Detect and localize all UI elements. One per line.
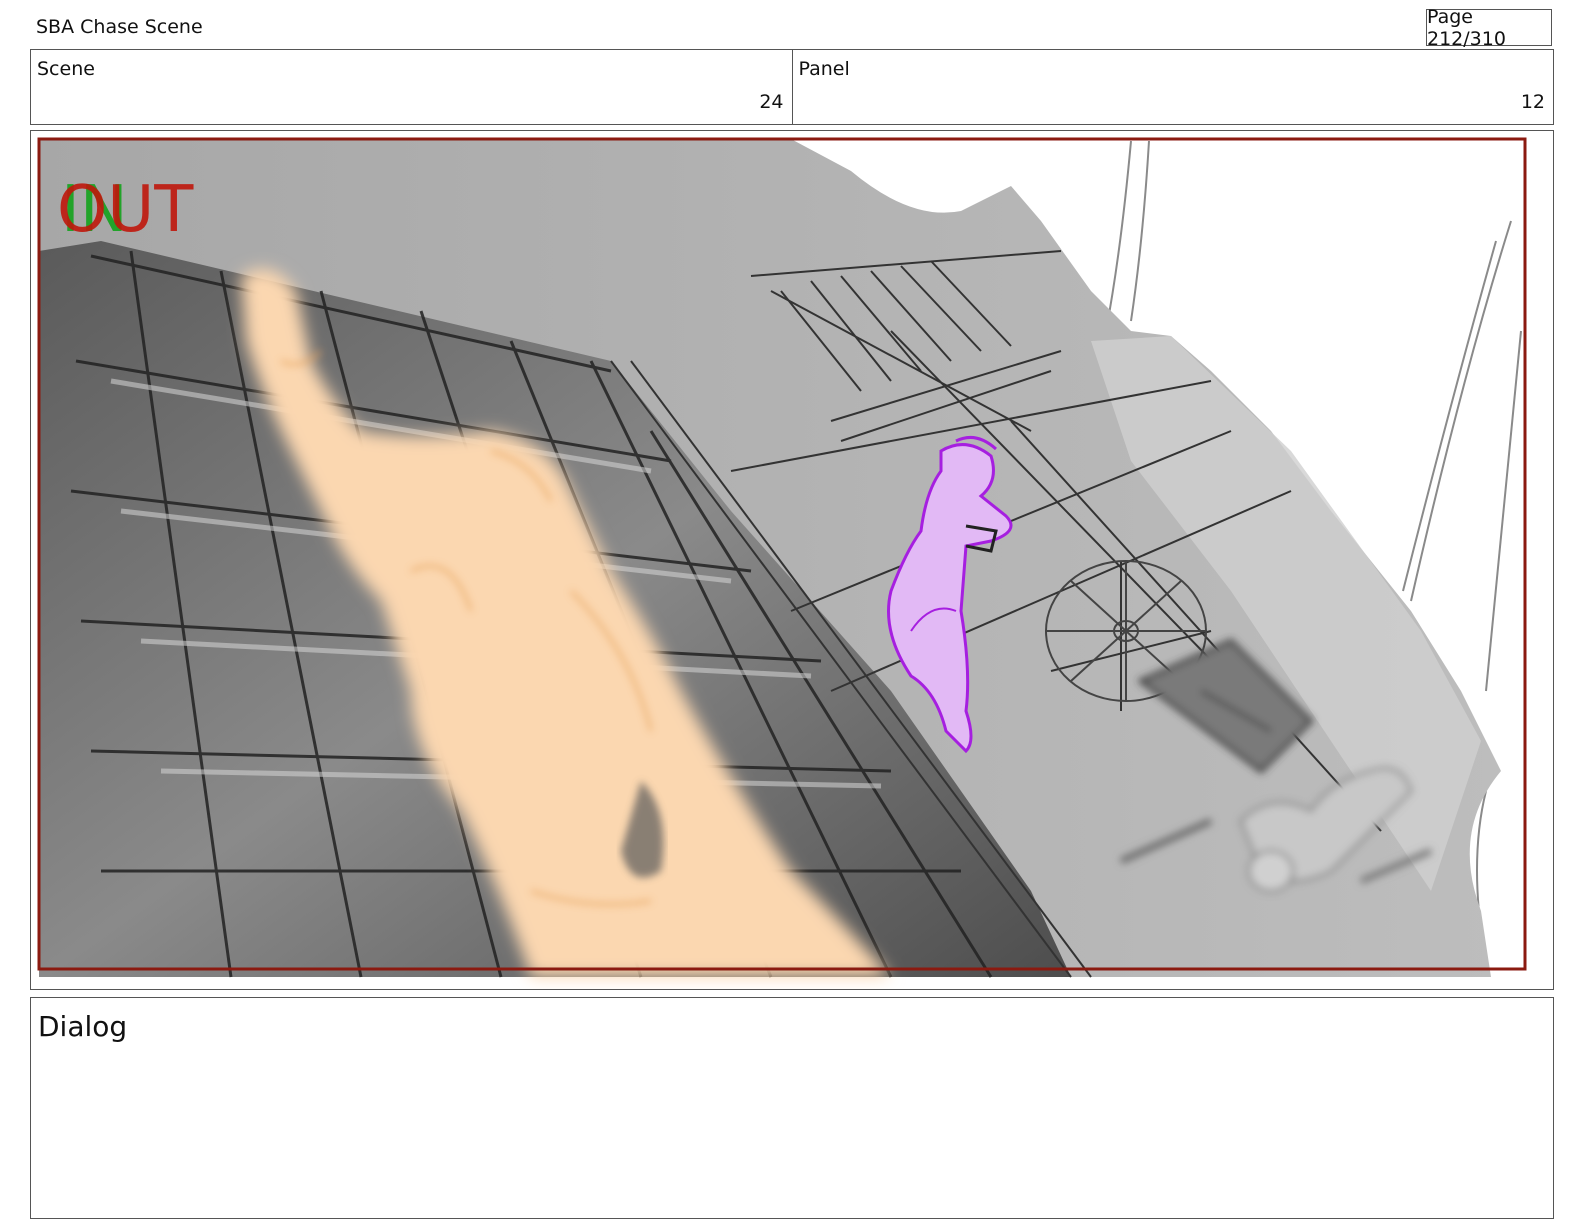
dialog-box[interactable]: Dialog	[30, 997, 1554, 1219]
panel-number: 12	[1520, 91, 1545, 113]
scene-cell: Scene 24	[31, 50, 792, 124]
panel-label: Panel	[798, 58, 850, 80]
storyboard-panel: IN OUT	[30, 130, 1554, 990]
page-number-box: Page 212/310	[1426, 6, 1552, 50]
scene-panel-info-row: Scene 24 Panel 12	[30, 49, 1554, 125]
document-title: SBA Chase Scene	[36, 16, 203, 38]
dialog-label: Dialog	[38, 1010, 128, 1043]
out-marker: OUT	[57, 173, 194, 247]
storyboard-sketch: IN OUT	[37, 137, 1527, 978]
panel-cell: Panel 12	[791, 50, 1554, 124]
scene-number: 24	[759, 91, 784, 113]
scene-label: Scene	[37, 58, 95, 80]
